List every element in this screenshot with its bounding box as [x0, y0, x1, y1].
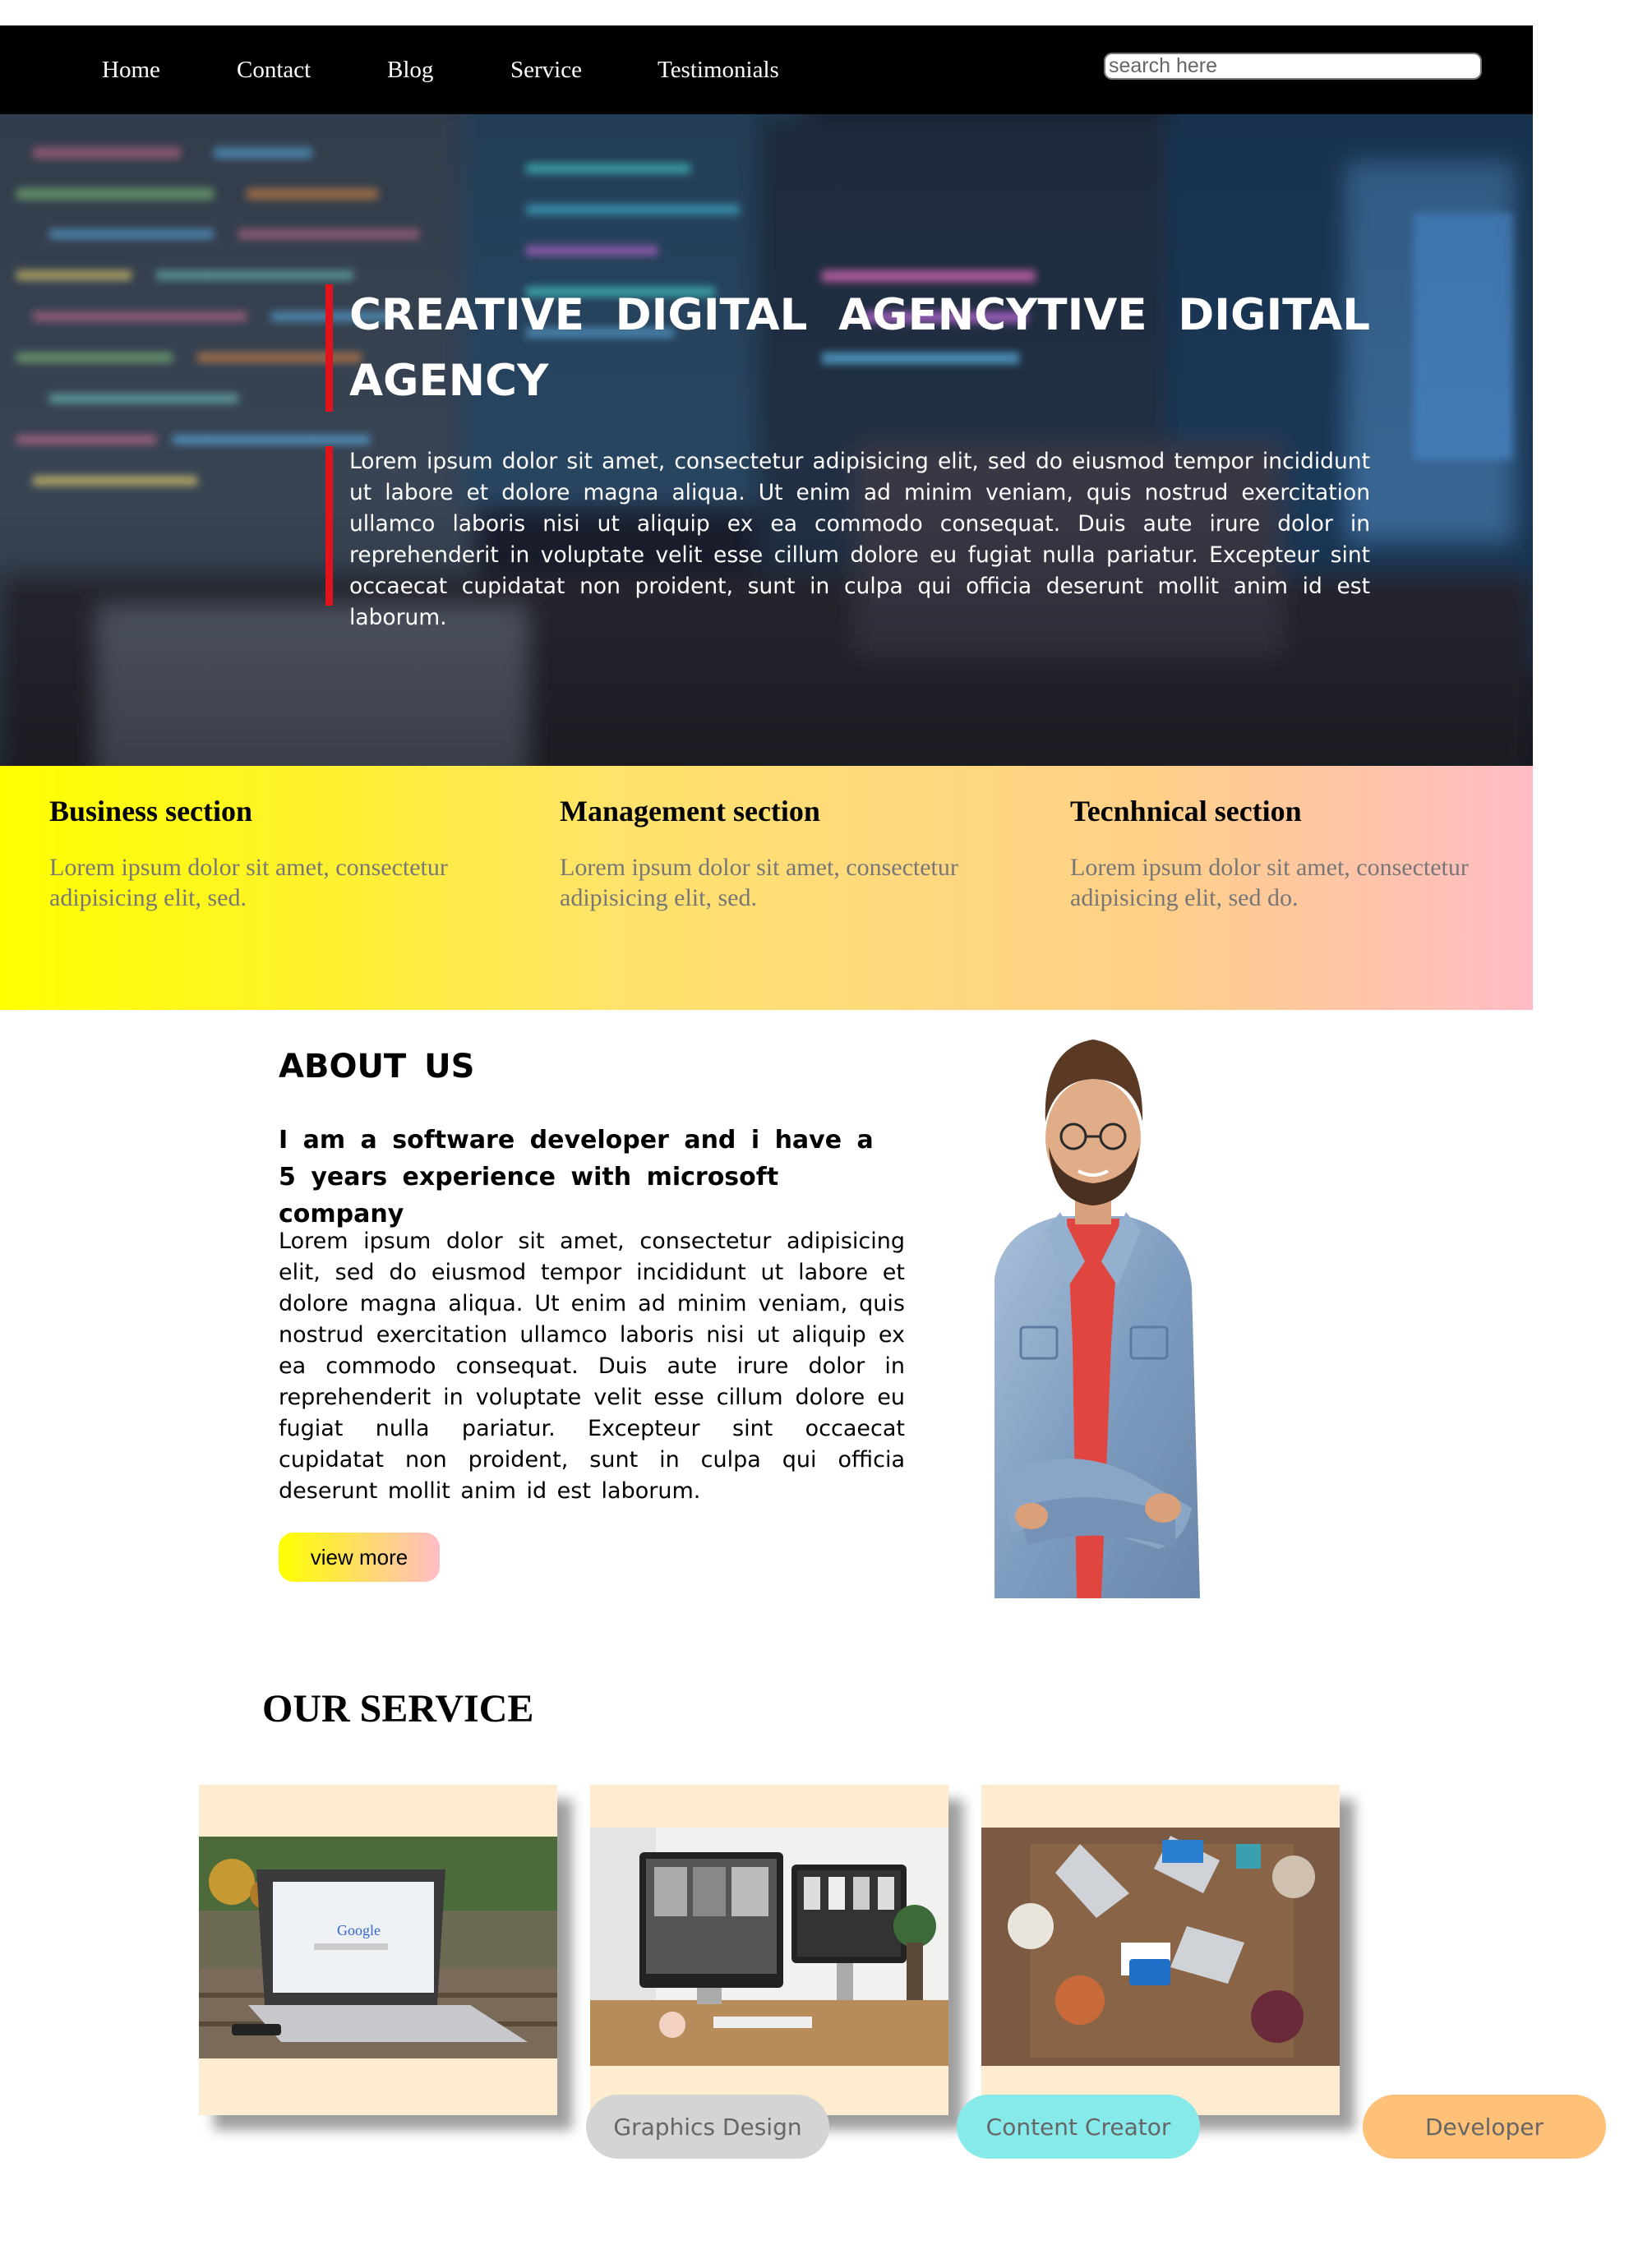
content-creator-pill[interactable]: Content Creator: [957, 2095, 1200, 2159]
developer-pill[interactable]: Developer: [1363, 2095, 1606, 2159]
management-section: Management section Lorem ipsum dolor sit…: [560, 793, 1020, 913]
sections-band: Business section Lorem ipsum dolor sit a…: [0, 766, 1533, 1010]
service-title: OUR SERVICE: [262, 1687, 534, 1731]
section-text: Lorem ipsum dolor sit amet, consectetur …: [1070, 854, 1469, 911]
nav-link-testimonials[interactable]: Testimonials: [658, 55, 779, 85]
svg-text:Google: Google: [337, 1922, 381, 1938]
service-card-team[interactable]: [981, 1785, 1340, 2115]
hero-banner: CREATIVE DIGITAL AGENCYTIVE DIGITAL AGEN…: [0, 114, 1533, 766]
search-input[interactable]: [1104, 53, 1482, 80]
hero-description: Lorem ipsum dolor sit amet, consectetur …: [349, 449, 1370, 630]
nav-link-blog[interactable]: Blog: [387, 55, 433, 85]
about-title: ABOUT US: [279, 1048, 475, 1086]
hero-title: CREATIVE DIGITAL AGENCYTIVE DIGITAL AGEN…: [349, 290, 1370, 406]
desktop-workstation-image: [590, 1828, 948, 2066]
section-text: Lorem ipsum dolor sit amet, consectetur …: [49, 854, 448, 911]
about-subtitle: I am a software developer and i have a 5…: [279, 1126, 874, 1228]
nav-link-contact[interactable]: Contact: [237, 55, 311, 85]
hero-text-accent-bar: [325, 446, 333, 606]
graphics-design-pill[interactable]: Graphics Design: [586, 2095, 829, 2159]
business-section: Business section Lorem ipsum dolor sit a…: [49, 793, 510, 913]
section-title: Business section: [49, 795, 253, 827]
technical-section: Tecnhnical section Lorem ipsum dolor sit…: [1070, 793, 1530, 913]
section-title: Tecnhnical section: [1070, 795, 1302, 827]
hero-background-image: [0, 114, 1533, 766]
view-more-button[interactable]: view more: [279, 1533, 440, 1582]
service-card-graphics[interactable]: [590, 1785, 948, 2115]
developer-portrait-image: [994, 1040, 1200, 1598]
service-card-web[interactable]: Google: [199, 1785, 557, 2115]
hero-title-accent-bar: [325, 284, 333, 412]
laptop-image: Google: [199, 1837, 557, 2058]
nav-link-service[interactable]: Service: [510, 55, 582, 85]
section-text: Lorem ipsum dolor sit amet, consectetur …: [560, 854, 958, 911]
about-description: Lorem ipsum dolor sit amet, consectetur …: [279, 1228, 905, 1504]
nav-link-home[interactable]: Home: [102, 55, 160, 85]
section-title: Management section: [560, 795, 820, 827]
team-meeting-image: [981, 1828, 1340, 2066]
